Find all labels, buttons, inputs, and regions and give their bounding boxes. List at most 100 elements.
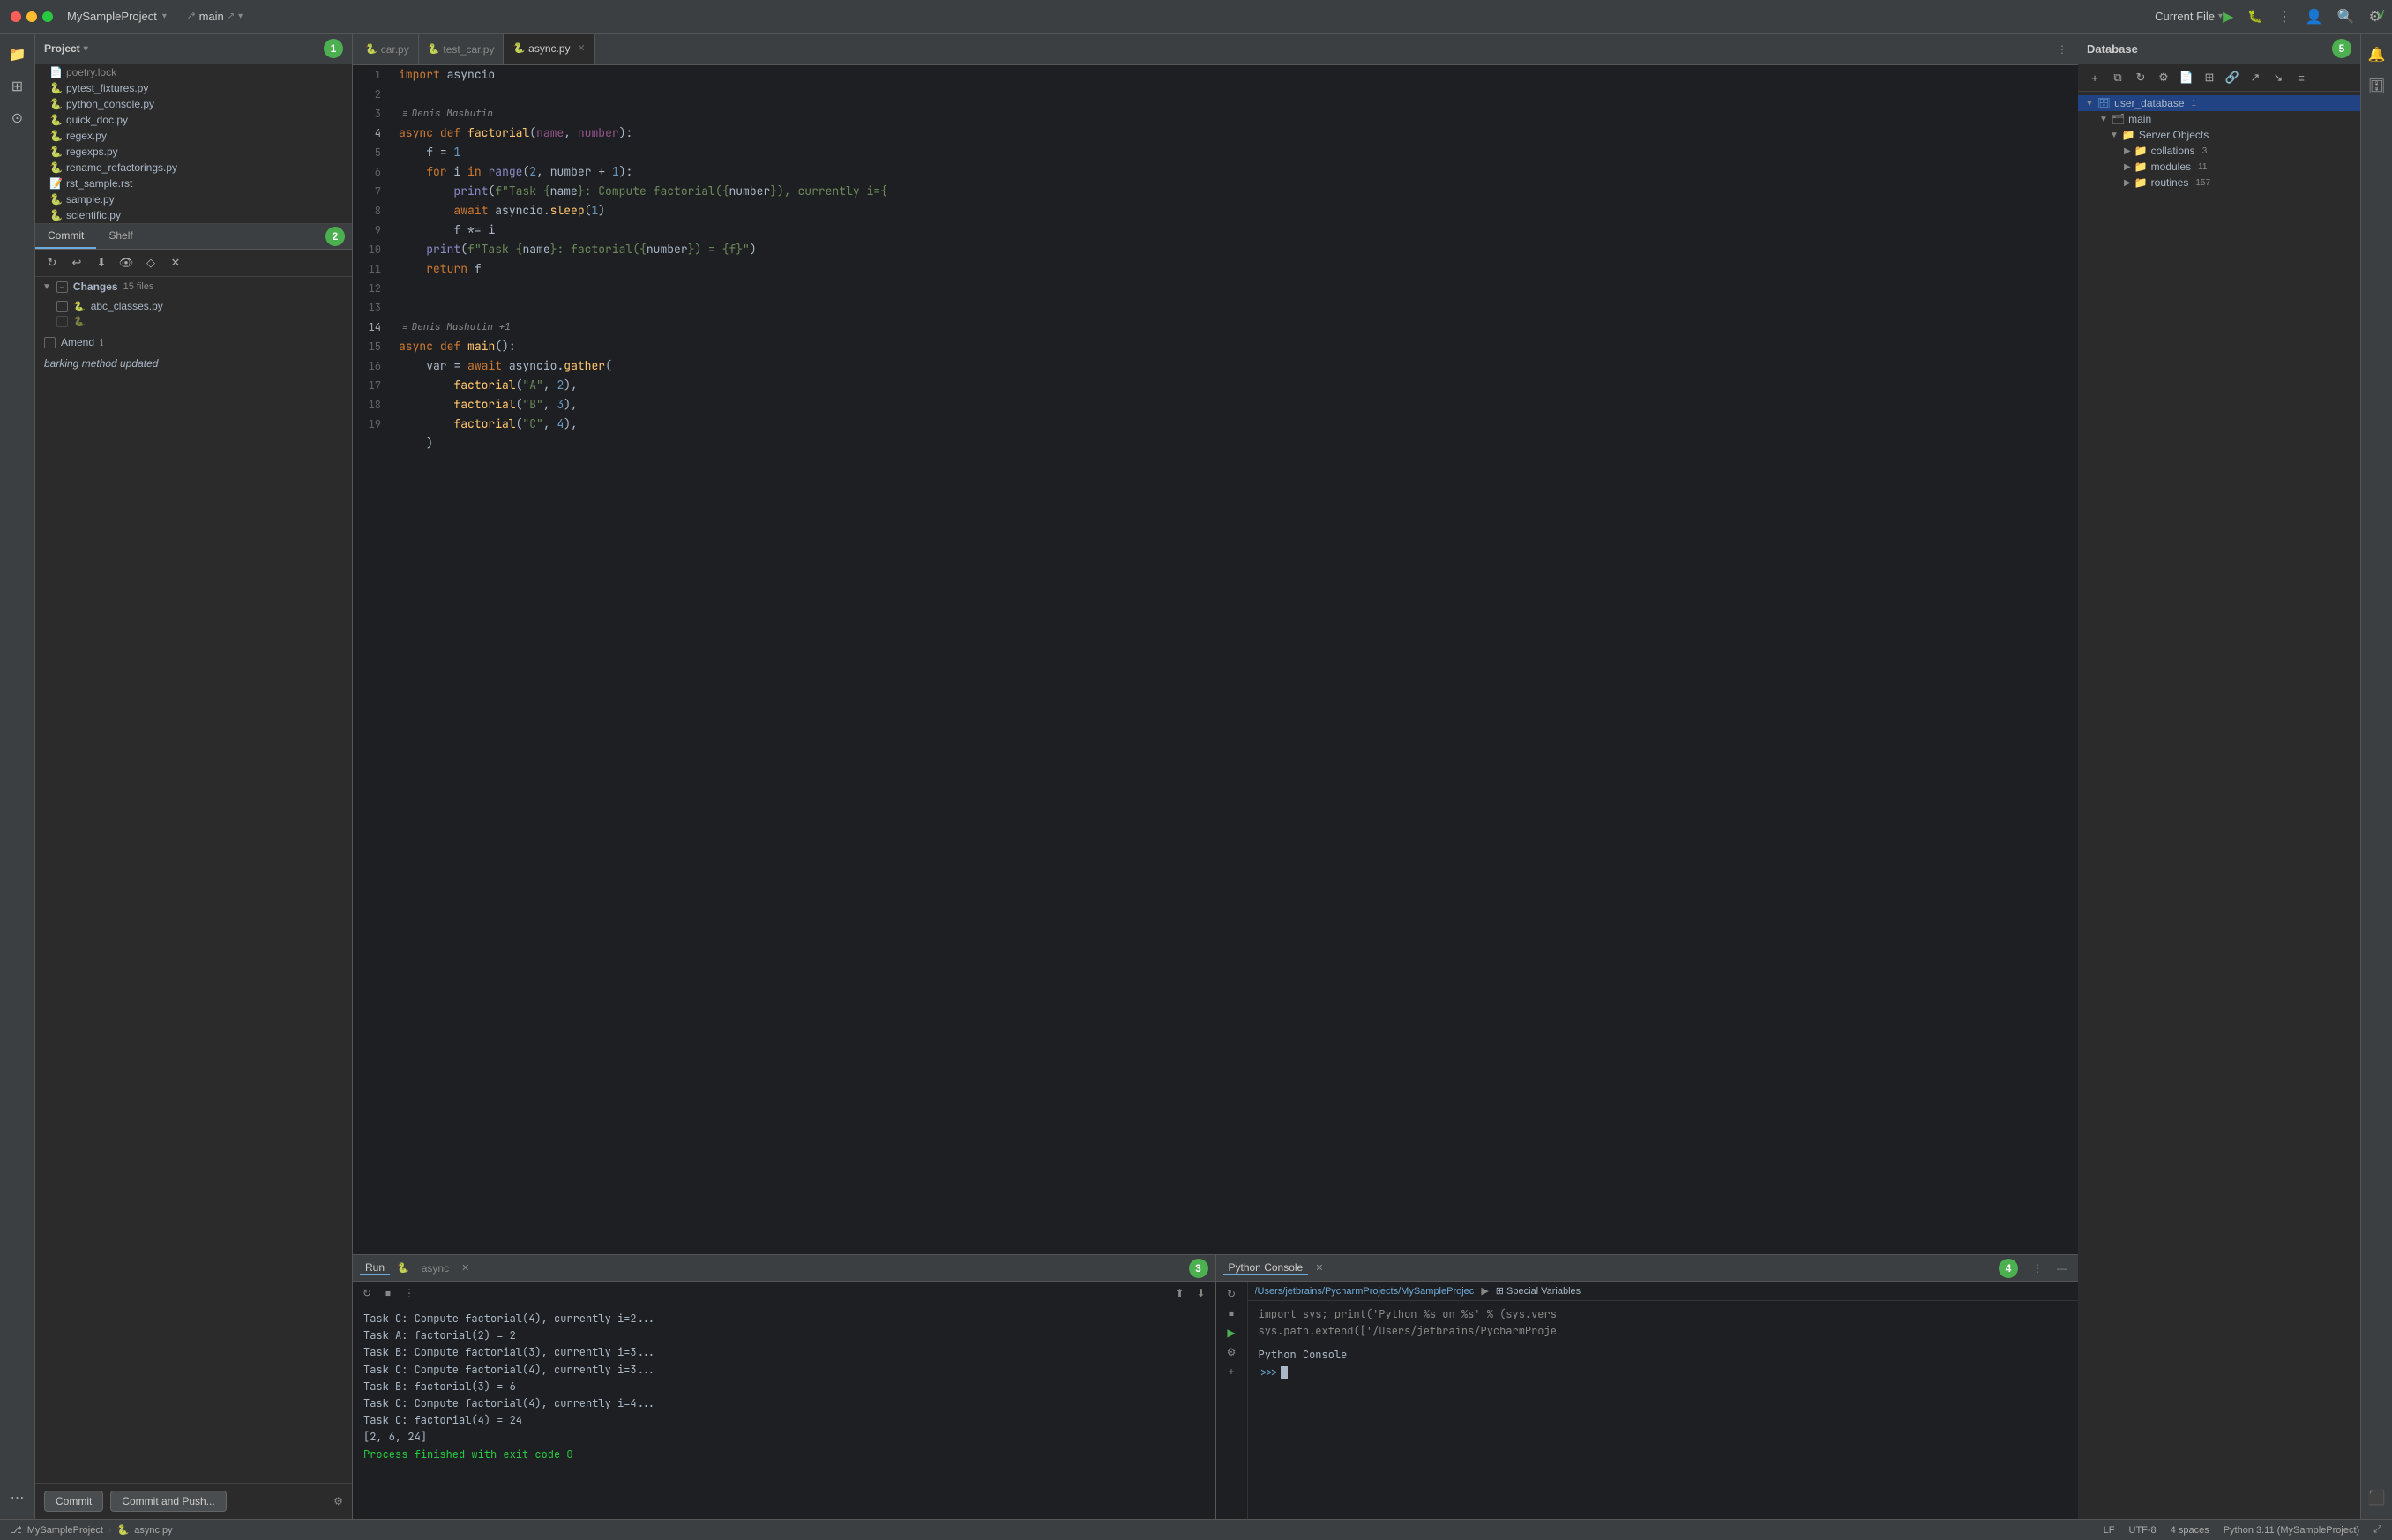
- db-sql-btn[interactable]: 📄: [2177, 68, 2196, 87]
- db-settings-btn[interactable]: ⚙: [2154, 68, 2173, 87]
- file-sample[interactable]: 🐍 sample.py: [35, 191, 352, 207]
- refresh-btn[interactable]: ↻: [42, 253, 62, 273]
- terminal-icon[interactable]: ⬛: [2363, 1484, 2391, 1512]
- amend-info-icon[interactable]: ℹ: [100, 337, 103, 348]
- special-variables-btn[interactable]: ⊞ Special Variables: [1496, 1285, 1581, 1297]
- file-poetry-lock[interactable]: 📄 poetry.lock: [35, 64, 352, 80]
- console-settings-btn[interactable]: ⚙: [1222, 1343, 1240, 1361]
- file-pytest-fixtures[interactable]: 🐍 pytest_fixtures.py: [35, 80, 352, 96]
- code-content[interactable]: import asyncio ≡ Denis Mashutin async de…: [388, 65, 2078, 1254]
- commit-button[interactable]: Commit: [44, 1491, 103, 1512]
- file-list-item-2[interactable]: 🐍: [35, 314, 352, 329]
- tab-car-py[interactable]: 🐍 car.py: [356, 34, 419, 64]
- amend-checkbox[interactable]: [44, 337, 56, 348]
- close-button[interactable]: [11, 11, 21, 22]
- stop-btn[interactable]: ⏹: [379, 1284, 397, 1302]
- file-rst-sample[interactable]: 📝 rst_sample.rst: [35, 176, 352, 191]
- project-panel-header[interactable]: Project ▾ 1: [35, 34, 352, 64]
- sidebar-icon-folder[interactable]: 📁: [4, 41, 32, 69]
- debug-icon[interactable]: 🐛: [2247, 9, 2262, 24]
- run-more-btn[interactable]: ⋮: [400, 1284, 418, 1302]
- current-file-selector[interactable]: Current File ▾: [2155, 10, 2223, 23]
- console-add-btn[interactable]: +: [1222, 1363, 1240, 1380]
- maximize-button[interactable]: [42, 11, 53, 22]
- console-restart-btn[interactable]: ↻: [1222, 1285, 1240, 1303]
- editor-menu-button[interactable]: ⋮: [2050, 43, 2074, 56]
- db-add-btn[interactable]: +: [2085, 68, 2104, 87]
- close-tab-icon[interactable]: ✕: [578, 42, 586, 54]
- db-link-btn[interactable]: 🔗: [2223, 68, 2242, 87]
- tab-run[interactable]: Run: [360, 1261, 390, 1275]
- db-server-objects[interactable]: ▼ 📁 Server Objects: [2078, 127, 2360, 143]
- changes-checkbox[interactable]: –: [56, 281, 68, 293]
- file-quick-doc[interactable]: 🐍 quick_doc.py: [35, 112, 352, 128]
- undo-btn[interactable]: ↩: [67, 253, 86, 273]
- database-sidebar-icon[interactable]: 🗄: [2363, 72, 2391, 101]
- run-icon[interactable]: ▶: [2223, 8, 2233, 26]
- close-async-tab-icon[interactable]: ✕: [461, 1262, 469, 1274]
- search-icon[interactable]: 🔍: [2337, 8, 2355, 26]
- sidebar-icon-git[interactable]: ⊙: [4, 104, 32, 132]
- diff-btn[interactable]: ◇: [141, 253, 161, 273]
- console-min-btn[interactable]: —: [2053, 1260, 2071, 1277]
- scroll-down-btn[interactable]: ⬇: [1192, 1284, 1210, 1302]
- folder-icon: 📁: [2134, 176, 2148, 189]
- sidebar-icon-structure[interactable]: ⊞: [4, 72, 32, 101]
- console-header-bar: /Users/jetbrains/PycharmProjects/MySampl…: [1248, 1282, 2079, 1301]
- commit-and-push-button[interactable]: Commit and Push...: [110, 1491, 226, 1512]
- tab-test-car-py[interactable]: 🐍 test_car.py: [419, 34, 505, 64]
- db-filter-btn[interactable]: ≡: [2291, 68, 2311, 87]
- branch-selector[interactable]: ⎇ main ↗ ▾: [184, 10, 243, 23]
- file-checkbox[interactable]: [56, 301, 68, 312]
- tab-python-console[interactable]: Python Console: [1223, 1261, 1309, 1275]
- expand-icon[interactable]: ⤢: [2373, 1524, 2381, 1536]
- db-collations[interactable]: ▶ 📁 collations 3: [2078, 143, 2360, 159]
- code-editor[interactable]: 1 2 3 4 5 6 7 8 9 10 11 12 13 14: [353, 65, 2078, 1254]
- minimize-button[interactable]: [26, 11, 37, 22]
- scroll-to-end-btn[interactable]: ⬆: [1171, 1284, 1189, 1302]
- file-regex[interactable]: 🐍 regex.py: [35, 128, 352, 144]
- db-main-schema[interactable]: ▼ 🗂 main: [2078, 111, 2360, 127]
- sidebar-icon-more[interactable]: ⋯: [4, 1484, 32, 1512]
- console-run-btn[interactable]: ▶: [1222, 1324, 1240, 1342]
- python-version[interactable]: Python 3.11 (MySampleProject): [2224, 1525, 2359, 1536]
- file-regexps[interactable]: 🐍 regexps.py: [35, 144, 352, 160]
- close-console-tab-icon[interactable]: ✕: [1315, 1262, 1323, 1274]
- project-name[interactable]: MySampleProject ▾: [67, 10, 167, 23]
- console-stop-btn[interactable]: ⏹: [1222, 1305, 1240, 1322]
- file-scientific[interactable]: 🐍 scientific.py: [35, 207, 352, 223]
- profile-icon[interactable]: 👤: [2306, 8, 2323, 26]
- file-checkbox-2[interactable]: [56, 316, 68, 327]
- expand-arrow[interactable]: ▼: [42, 282, 51, 292]
- file-python-console[interactable]: 🐍 python_console.py: [35, 96, 352, 112]
- file-rename-refactorings[interactable]: 🐍 rename_refactorings.py: [35, 160, 352, 176]
- close-btn[interactable]: ✕: [166, 253, 185, 273]
- eye-btn[interactable]: 👁: [116, 253, 136, 273]
- indent[interactable]: 4 spaces: [2171, 1525, 2209, 1536]
- db-modules[interactable]: ▶ 📁 modules 11: [2078, 159, 2360, 175]
- download-btn[interactable]: ⬇: [92, 253, 111, 273]
- settings-gear-icon[interactable]: ⚙: [333, 1495, 343, 1507]
- more-icon[interactable]: ⋮: [2277, 8, 2291, 26]
- db-export-btn[interactable]: ↗: [2246, 68, 2265, 87]
- db-duplicate-btn[interactable]: ⧉: [2108, 68, 2127, 87]
- db-import-btn[interactable]: ↘: [2269, 68, 2288, 87]
- db-refresh-btn[interactable]: ↻: [2131, 68, 2150, 87]
- tab-commit[interactable]: Commit: [35, 224, 96, 249]
- db-table-btn[interactable]: ⊞: [2200, 68, 2219, 87]
- statusbar-file[interactable]: async.py: [134, 1525, 172, 1536]
- editor-area: 🐍 car.py 🐍 test_car.py 🐍 async.py ✕ ⋮: [353, 34, 2078, 1254]
- db-user-database[interactable]: ▼ 🗄 user_database 1: [2078, 95, 2360, 111]
- encoding[interactable]: UTF-8: [2129, 1525, 2157, 1536]
- file-list-item[interactable]: 🐍 abc_classes.py: [35, 298, 352, 314]
- tab-shelf[interactable]: Shelf: [96, 224, 145, 249]
- restart-btn[interactable]: ↻: [358, 1284, 376, 1302]
- tab-async[interactable]: async: [416, 1262, 454, 1275]
- notifications-icon[interactable]: 🔔: [2363, 41, 2391, 69]
- console-more-btn[interactable]: ⋮: [2029, 1260, 2046, 1277]
- statusbar-project[interactable]: MySampleProject: [27, 1525, 103, 1536]
- line-ending[interactable]: LF: [2104, 1525, 2115, 1536]
- tab-async-py[interactable]: 🐍 async.py ✕: [504, 34, 594, 64]
- db-routines[interactable]: ▶ 📁 routines 157: [2078, 175, 2360, 191]
- console-prompt-row[interactable]: >>>: [1259, 1364, 2068, 1381]
